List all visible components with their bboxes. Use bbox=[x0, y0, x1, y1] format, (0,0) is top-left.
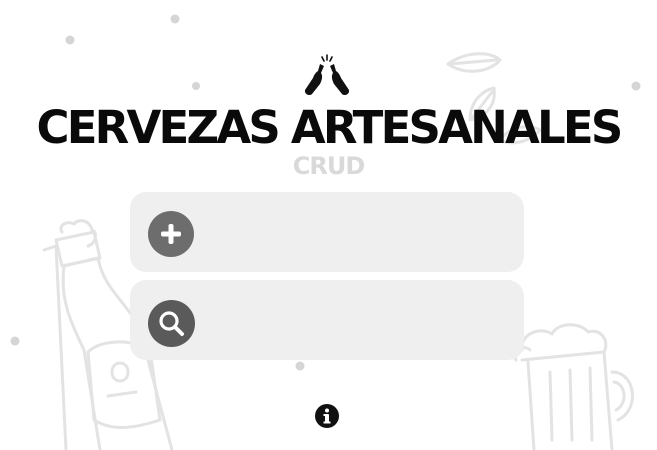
page-subtitle: CRUD bbox=[292, 152, 366, 180]
app-screen: CERVEZAS ARTESANALES CRUD bbox=[0, 0, 657, 450]
search-icon bbox=[148, 300, 195, 347]
info-icon[interactable] bbox=[315, 404, 339, 428]
page-title: CERVEZAS ARTESANALES bbox=[36, 101, 624, 154]
beer-bottles-toast-icon bbox=[305, 54, 349, 96]
search-beer-button[interactable] bbox=[130, 280, 524, 360]
add-beer-button[interactable] bbox=[130, 192, 524, 272]
plus-icon bbox=[148, 211, 194, 257]
